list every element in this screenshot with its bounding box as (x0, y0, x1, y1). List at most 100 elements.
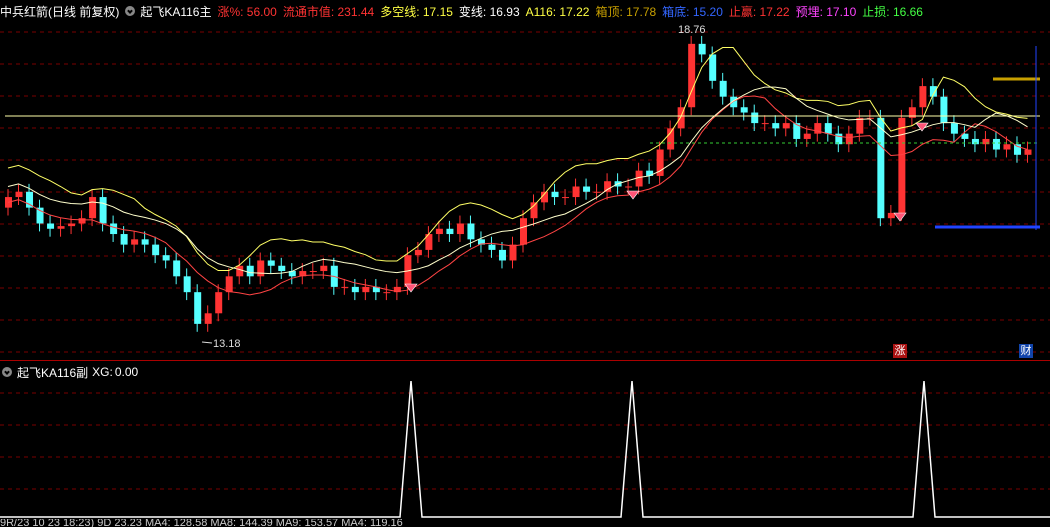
candle (866, 109, 874, 126)
candle-body (772, 123, 780, 129)
candle (183, 268, 191, 301)
candle-body (604, 181, 612, 192)
candle (246, 257, 254, 285)
candle (15, 183, 23, 205)
candlestick-chart[interactable]: 18.76 13.18 (0, 0, 1050, 360)
candle-body (509, 244, 517, 261)
candle-body (89, 197, 97, 219)
candle-body (78, 218, 86, 224)
status-bar-text: 9R/23 10 23 18:23) 9D 23.23 MA4: 128.58 … (0, 519, 403, 527)
candle (530, 194, 538, 227)
candle (583, 178, 591, 200)
candle-body (1003, 144, 1011, 150)
candle-body (99, 197, 107, 224)
sub-header: 起飞KA116副 XG: 0.00 (0, 363, 144, 381)
candle-body (740, 107, 748, 113)
candle (740, 99, 748, 121)
candle (709, 46, 717, 89)
candle (940, 88, 948, 132)
indicator-name[interactable]: 起飞KA116主 (140, 3, 211, 20)
indicator-value-7: 止赢: 17.22 (728, 4, 790, 19)
indicator-value-3: 变线: 16.93 (458, 4, 520, 19)
candle (341, 278, 349, 295)
candle (950, 115, 958, 142)
sub-indicator-dropdown-icon[interactable] (2, 367, 12, 377)
candle (877, 109, 885, 227)
indicator-value-0: 涨%: 56.00 (217, 4, 277, 19)
xg-signal-chart[interactable] (0, 361, 1050, 520)
candle-body (225, 276, 233, 293)
candle-body (183, 276, 191, 293)
candle (288, 263, 296, 285)
candle-body (709, 54, 717, 81)
candle (498, 241, 506, 269)
candle-body (162, 255, 170, 261)
candle-body (530, 202, 538, 219)
candle (162, 247, 170, 269)
candle (845, 125, 853, 153)
candle (971, 131, 979, 153)
candle-body (856, 117, 864, 134)
candle (372, 278, 380, 301)
candle-body (488, 244, 496, 250)
indicator-values: 涨%: 56.00 流通市值: 231.44 多空线: 17.15 变线: 16.93… (217, 3, 929, 20)
candle-body (992, 138, 1000, 150)
candle-body (194, 292, 202, 324)
candle-body (320, 265, 328, 272)
candle-body (341, 286, 349, 288)
candle (362, 278, 370, 301)
candle-body (498, 249, 506, 261)
candle (646, 162, 654, 184)
candle-body (362, 286, 370, 293)
indicator-value-1: 流通市值: 231.44 (282, 4, 375, 19)
candle-body (152, 244, 160, 256)
main-chart-panel[interactable]: 18.76 13.18 中兵红箭(日线 前复权) 起飞KA116主 涨%: 56.… (0, 0, 1050, 360)
candle-body (593, 191, 601, 193)
candle (992, 131, 1000, 158)
candle (110, 215, 118, 242)
candle-body (1013, 144, 1021, 155)
xg-signal-line (0, 380, 1050, 518)
candle (488, 236, 496, 258)
zhang-badge[interactable]: 涨 (893, 344, 907, 358)
candle (782, 115, 790, 137)
candle-body (120, 234, 128, 245)
candle (383, 284, 391, 301)
candle-body (1024, 149, 1032, 155)
sub-indicator-name[interactable]: 起飞KA116副 (17, 364, 88, 381)
candle-body (15, 191, 23, 198)
candle-body (583, 186, 591, 192)
candle (982, 131, 990, 153)
candle-body (435, 228, 443, 235)
candle (446, 220, 454, 242)
candle-body (467, 223, 475, 240)
candle-body (414, 249, 422, 256)
candle-body (446, 228, 454, 235)
candle (751, 104, 759, 132)
cai-badge[interactable]: 财 (1019, 344, 1033, 358)
candle-body (257, 260, 265, 277)
candle-body (246, 265, 254, 277)
indicator-value-8: 预埋: 17.10 (795, 4, 857, 19)
candle (898, 109, 906, 221)
candle (814, 115, 822, 142)
candle (698, 35, 706, 63)
main-header: 中兵红箭(日线 前复权) 起飞KA116主 涨%: 56.00 流通市值: 231… (0, 2, 935, 20)
candle (194, 284, 202, 332)
candle (236, 257, 244, 285)
candle (47, 215, 55, 237)
candle (688, 35, 696, 116)
indicator-value-6: 箱底: 15.20 (662, 4, 723, 19)
candle (919, 78, 927, 116)
candle-body (551, 191, 559, 198)
ma-line-yellow (7, 47, 1028, 272)
candle-body (919, 86, 927, 108)
candle-body (898, 117, 906, 213)
candle-body (215, 292, 223, 314)
candle-body (278, 265, 286, 272)
candle-body (782, 123, 790, 129)
indicator-dropdown-icon[interactable] (125, 6, 136, 16)
sub-chart-panel[interactable]: 起飞KA116副 XG: 0.00 (0, 360, 1050, 520)
indicator-value-9: 止损: 16.66 (862, 4, 923, 19)
candle-body (204, 313, 212, 324)
